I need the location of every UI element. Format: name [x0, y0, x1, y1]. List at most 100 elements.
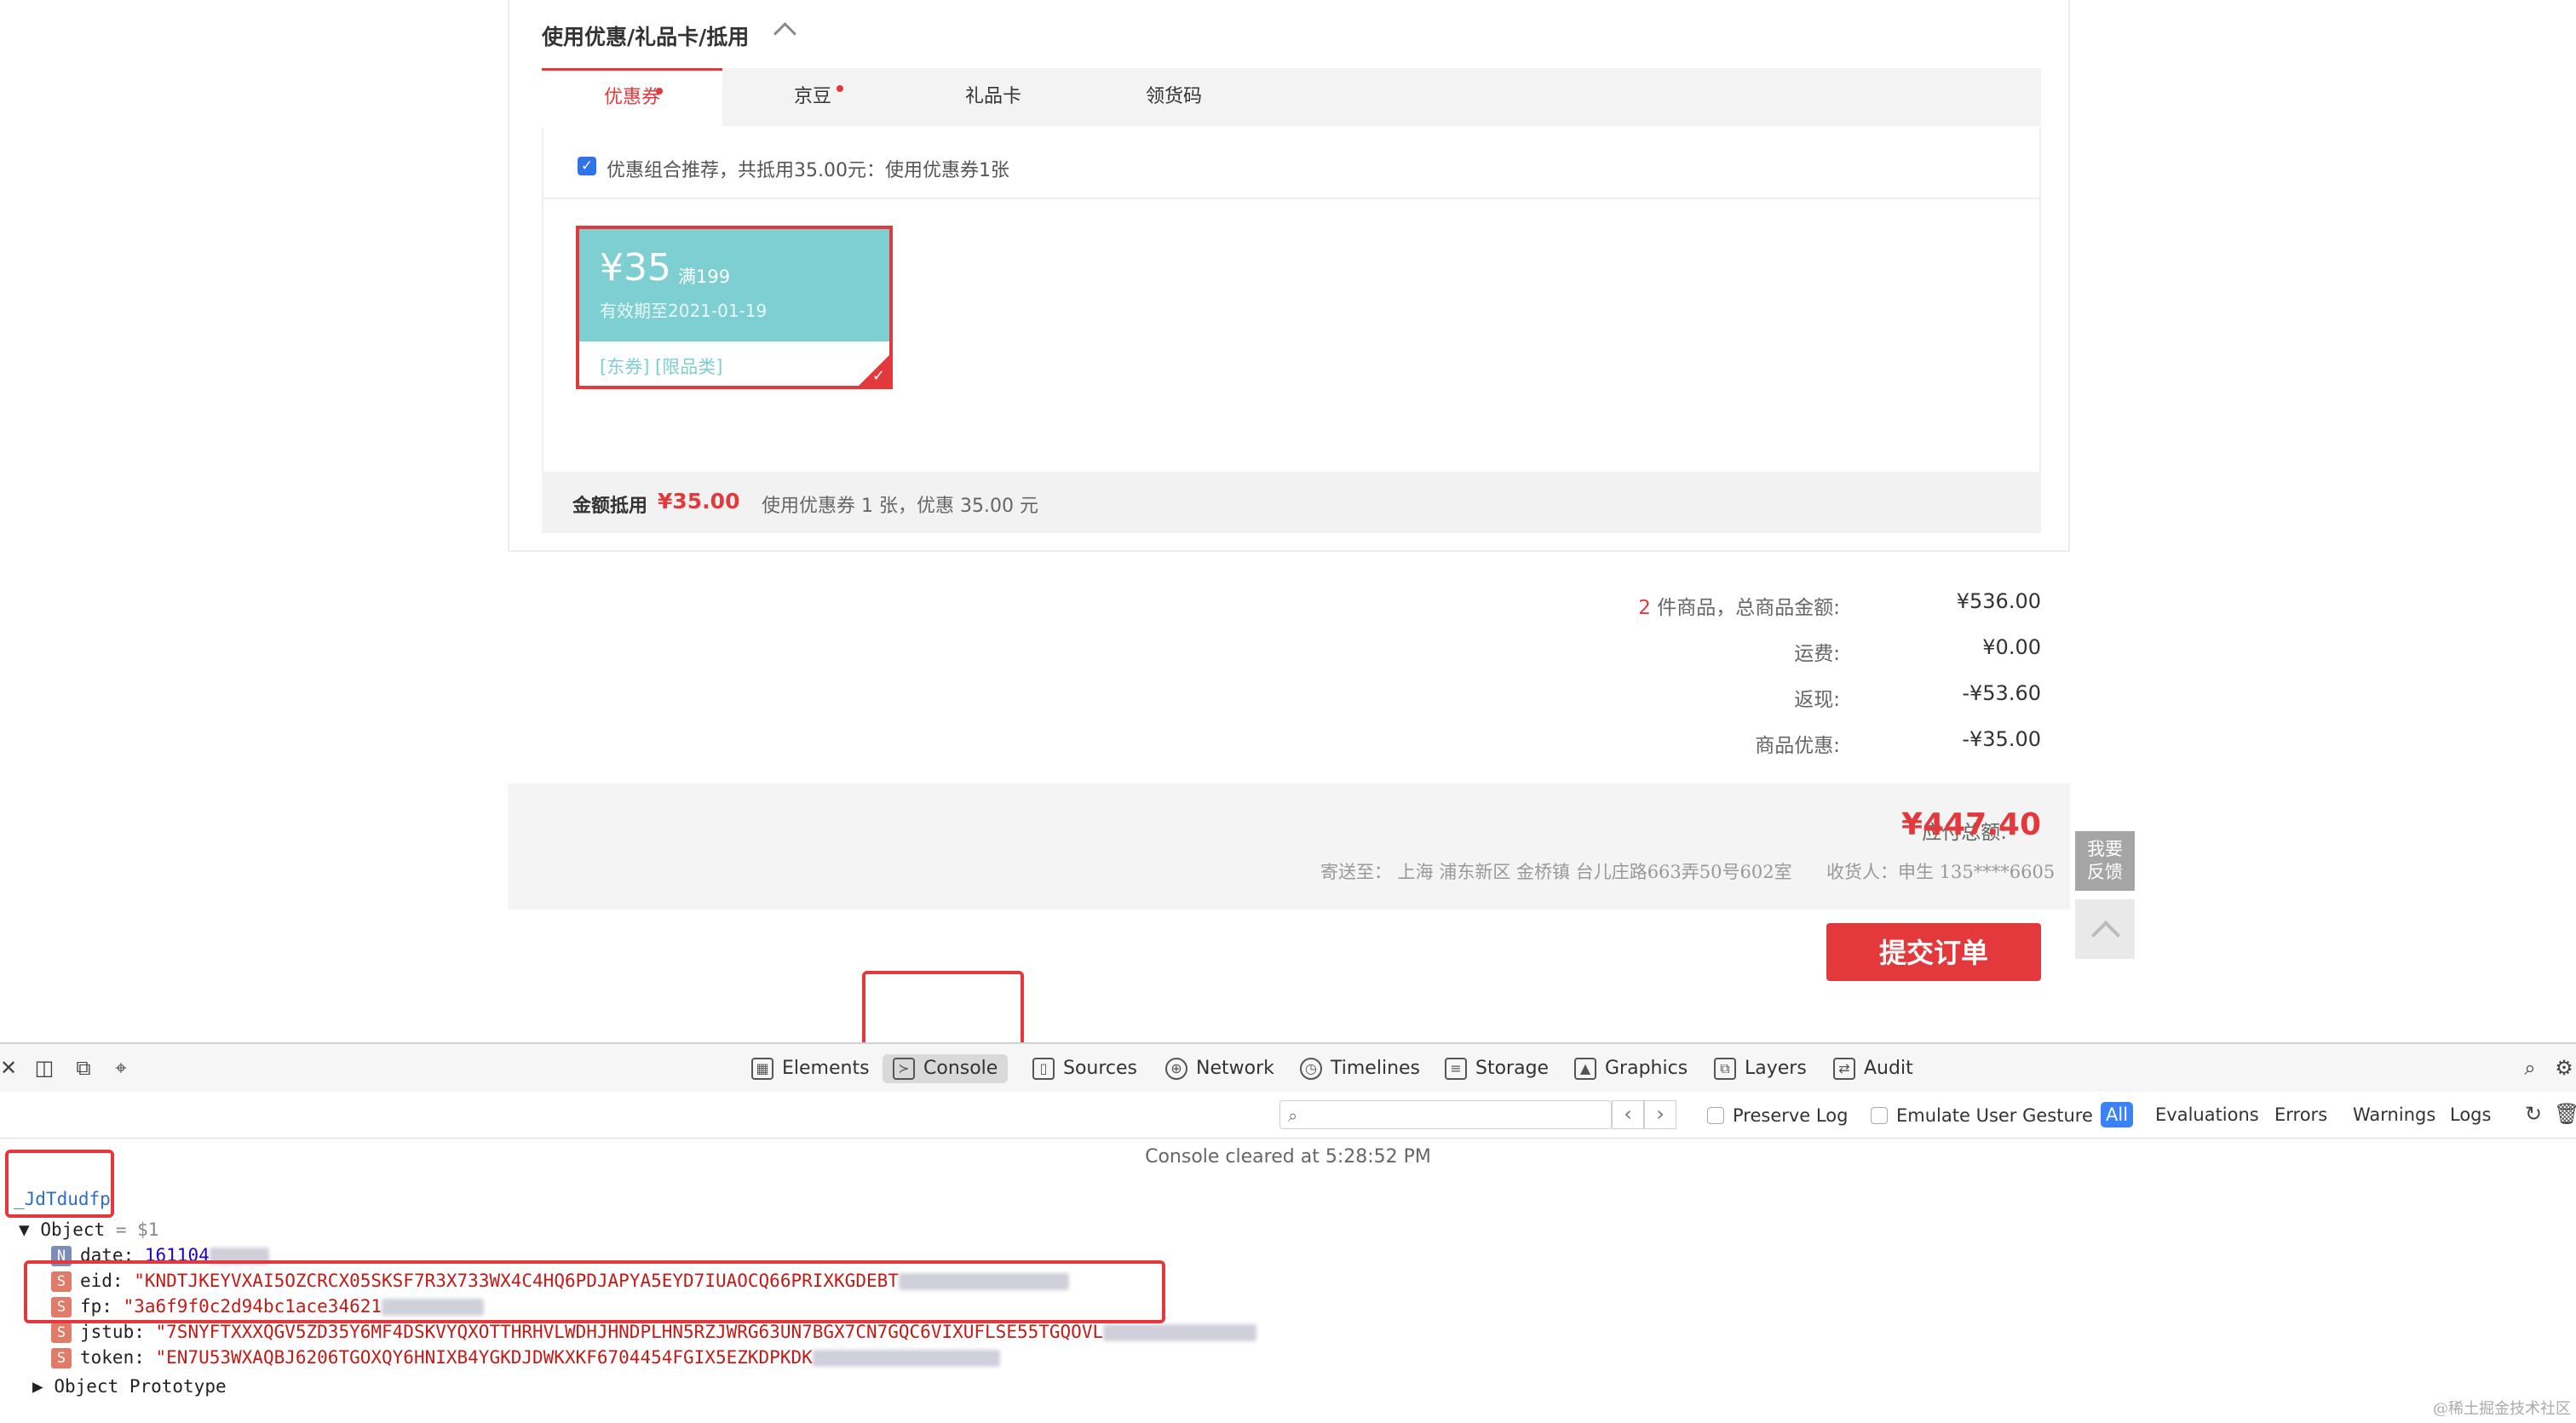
- cashback-value: -¥53.60: [1962, 681, 2041, 705]
- dock-icon[interactable]: ◫: [32, 1056, 56, 1080]
- console-filter-bar: ⌕ ‹ › Preserve Log Emulate User Gesture …: [0, 1092, 2576, 1139]
- tab-timelines[interactable]: ◷ Timelines: [1290, 1054, 1430, 1083]
- back-to-top-button[interactable]: [2075, 899, 2135, 959]
- items-label: 件商品，总商品金额:: [1650, 597, 1840, 619]
- recommend-text: 优惠组合推荐，共抵用35.00元：使用优惠券1张: [607, 160, 1009, 181]
- coupon-card[interactable]: ¥35 满199 有效期至2021-01-19 [东券] [限品类] ✓: [576, 226, 893, 389]
- level-warnings[interactable]: Warnings: [2348, 1102, 2441, 1127]
- shipping-label: 运费:: [1794, 643, 1840, 665]
- recommend-checkbox[interactable]: ✓: [578, 157, 596, 175]
- search-icon[interactable]: ⌕: [2518, 1056, 2542, 1080]
- level-logs[interactable]: Logs: [2445, 1102, 2496, 1127]
- search-icon: ⌕: [1288, 1105, 1298, 1126]
- tab-gift-card[interactable]: 礼品卡: [903, 68, 1084, 126]
- tab-label: Audit: [1864, 1058, 1913, 1079]
- shipping-value: ¥0.00: [1982, 635, 2041, 659]
- tab-label: Storage: [1475, 1058, 1550, 1079]
- preserve-log-option[interactable]: Preserve Log: [1707, 1105, 1848, 1126]
- summary-label: 金额抵用: [572, 496, 648, 517]
- coupon-condition: 满199: [678, 267, 731, 287]
- tab-label: 京豆: [793, 86, 831, 107]
- discount-value: -¥35.00: [1962, 727, 2041, 751]
- items-total: ¥536.00: [1956, 589, 2041, 613]
- next-icon[interactable]: ›: [1644, 1100, 1676, 1129]
- tab-elements[interactable]: ▦ Elements: [741, 1054, 880, 1083]
- gear-icon[interactable]: ⚙: [2552, 1056, 2576, 1080]
- tab-label: Layers: [1745, 1058, 1807, 1079]
- coupon-tabs: 优惠券 京豆 礼品卡 领货码: [542, 68, 2041, 126]
- total-bar: 应付总额: ¥447.40 寄送至： 上海 浦东新区 金桥镇 台儿庄路663弄5…: [508, 783, 2070, 909]
- items-count: 2: [1638, 597, 1651, 619]
- summary-note: 使用优惠券 1 张，优惠 35.00 元: [762, 496, 1038, 517]
- prev-icon[interactable]: ‹: [1612, 1100, 1644, 1129]
- emulate-gesture-checkbox[interactable]: [1871, 1107, 1888, 1124]
- badge-dot: [837, 85, 843, 92]
- page: 使用优惠/礼品卡/抵用 优惠券 京豆 礼品卡 领货码 ✓ 优惠组合推荐，共抵用3…: [0, 0, 2576, 1423]
- prototype-line[interactable]: ▶ Object Prototype: [32, 1376, 227, 1397]
- trash-icon[interactable]: 🗑: [2554, 1102, 2576, 1126]
- tab-sources[interactable]: ▯ Sources: [1022, 1054, 1147, 1083]
- coupon-section-title: 使用优惠/礼品卡/抵用: [542, 25, 750, 49]
- layers-icon: ⧉: [1714, 1058, 1736, 1080]
- prop-key: token:: [80, 1347, 145, 1368]
- tab-console[interactable]: ≻ Console: [883, 1054, 1009, 1083]
- tab-label: 领货码: [1145, 86, 1202, 107]
- elements-icon: ▦: [751, 1058, 773, 1080]
- highlight-command: [5, 1150, 114, 1218]
- tab-audit[interactable]: ⇄ Audit: [1823, 1054, 1923, 1083]
- tab-label: Graphics: [1605, 1058, 1688, 1079]
- tab-graphics[interactable]: ▲ Graphics: [1564, 1054, 1698, 1083]
- highlight-eid-fp: [24, 1260, 1165, 1323]
- submit-order-button[interactable]: 提交订单: [1826, 923, 2041, 981]
- prop-key: jstub:: [80, 1322, 145, 1342]
- feedback-line1: 我要: [2087, 839, 2123, 859]
- total-amount: ¥447.40: [1901, 807, 2041, 842]
- string-type-icon: S: [51, 1323, 72, 1343]
- discount-label: 商品优惠:: [1755, 735, 1840, 757]
- coupon-tags: [东券] [限品类]: [600, 357, 723, 377]
- sources-icon: ▯: [1032, 1058, 1055, 1080]
- image-icon: ▲: [1574, 1058, 1596, 1080]
- undock-icon[interactable]: ⧉: [72, 1056, 95, 1080]
- disclosure-open-icon: ▼: [19, 1219, 30, 1240]
- cashback-label: 返现:: [1794, 689, 1840, 711]
- tab-layers[interactable]: ⧉ Layers: [1704, 1054, 1817, 1083]
- console-filter-input[interactable]: [1279, 1100, 1612, 1129]
- console-property: Stoken: "EN7U53WXAQBJ6206TGOXQY6HNIXB4YG…: [51, 1347, 1000, 1368]
- watermark: @稀土掘金技术社区: [2433, 1400, 2571, 1418]
- feedback-button[interactable]: 我要 反馈: [2075, 831, 2135, 891]
- receiver-info: 收货人：申生 135****6605: [1826, 862, 2056, 882]
- console-cleared-message: Console cleared at 5:28:52 PM: [1145, 1146, 1431, 1168]
- preserve-log-checkbox[interactable]: [1707, 1107, 1724, 1124]
- level-errors[interactable]: Errors: [2269, 1102, 2332, 1127]
- tab-coupon[interactable]: 优惠券: [542, 68, 722, 126]
- tab-label: 优惠券: [603, 87, 660, 108]
- inspect-icon[interactable]: ⌖: [109, 1056, 133, 1080]
- preserve-log-label: Preserve Log: [1733, 1105, 1849, 1126]
- prop-value: "7SNYFTXXXQGV5ZD35Y6MF4DSKVYQXOTTHRHVLWD…: [155, 1322, 1104, 1342]
- prop-value: "EN7U53WXAQBJ6206TGOXQY6HNIXB4YGKDJDWKXK…: [155, 1347, 813, 1368]
- devtools-panel: ✕ ◫ ⧉ ⌖ ▦ Elements ≻ Console ▯ Sources ⊕ Net…: [0, 1042, 2576, 1423]
- tab-label: Elements: [782, 1058, 870, 1079]
- redaction: [1103, 1324, 1257, 1341]
- tab-redeem-code[interactable]: 领货码: [1084, 68, 1264, 126]
- database-icon: ≡: [1445, 1058, 1467, 1080]
- object-line[interactable]: ▼ Object = $1: [19, 1219, 158, 1240]
- check-icon: ✓: [871, 367, 885, 385]
- disclosure-closed-icon: ▶: [32, 1376, 43, 1397]
- tab-storage[interactable]: ≡ Storage: [1435, 1054, 1559, 1083]
- prototype-label: Object Prototype: [54, 1376, 227, 1397]
- tab-jingdou[interactable]: 京豆: [722, 68, 903, 126]
- tab-network[interactable]: ⊕ Network: [1155, 1054, 1285, 1083]
- emulate-gesture-option[interactable]: Emulate User Gesture: [1871, 1105, 2093, 1126]
- feedback-line2: 反馈: [2087, 862, 2123, 882]
- devtools-toolbar: ✕ ◫ ⧉ ⌖ ▦ Elements ≻ Console ▯ Sources ⊕ Net…: [0, 1044, 2576, 1093]
- network-icon: ⊕: [1165, 1058, 1187, 1080]
- level-evaluations[interactable]: Evaluations: [2150, 1102, 2264, 1127]
- close-icon[interactable]: ✕: [0, 1056, 20, 1080]
- reload-icon[interactable]: ↻: [2521, 1102, 2545, 1126]
- clock-icon: ◷: [1300, 1058, 1322, 1080]
- console-property: Sjstub: "7SNYFTXXXQGV5ZD35Y6MF4DSKVYQXOT…: [51, 1322, 1257, 1343]
- level-all[interactable]: All: [2101, 1102, 2134, 1127]
- tab-label: 礼品卡: [964, 86, 1021, 107]
